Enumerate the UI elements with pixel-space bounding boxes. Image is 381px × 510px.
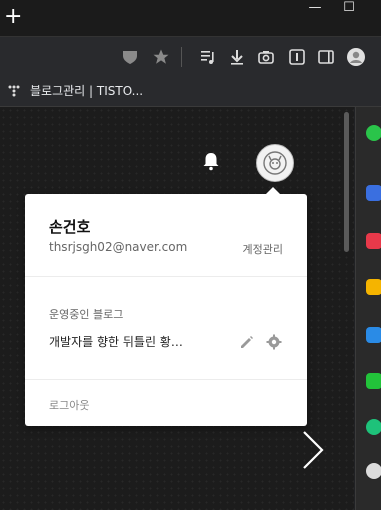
bookmark-label: 블로그관리 | TISTO... [30,84,144,98]
tistory-icon [8,85,20,96]
manage-account-link[interactable]: 계정관리 [243,241,283,257]
app-icon[interactable] [366,419,381,435]
download-icon[interactable] [225,45,249,69]
gear-icon[interactable] [266,334,282,350]
app-icon[interactable] [366,185,381,201]
bookmarks-bar: 블로그관리 | TISTO... [0,76,381,107]
avatar-icon [263,151,287,175]
profile-icon[interactable] [344,45,368,69]
popup-arrow [265,187,281,195]
divider [25,379,307,380]
title-bar: + — ☐ [0,0,381,36]
blog-name-link[interactable]: 개발자를 향한 뒤틀린 황… [49,333,183,350]
logout-link[interactable]: 로그아웃 [49,397,89,413]
pencil-icon[interactable] [239,334,255,350]
user-email: thsrjsgh02@naver.com [49,240,188,254]
bell-icon[interactable] [200,150,222,172]
app-icon[interactable] [366,125,381,141]
maximize-button[interactable]: ☐ [336,0,362,20]
minimize-button[interactable]: — [302,0,328,20]
app-icon[interactable] [366,373,381,389]
new-tab-button[interactable]: + [4,6,22,28]
side-panel [355,107,381,510]
user-name: 손건호 [49,218,91,236]
sidebar-icon[interactable] [314,45,338,69]
blog-section-title: 운영중인 블로그 [49,308,124,321]
chevron-right-icon[interactable] [298,428,328,472]
scrollbar-thumb[interactable] [344,112,349,252]
avatar[interactable] [256,144,294,182]
app-icon[interactable] [366,279,381,295]
app-icon[interactable] [366,233,381,249]
info-icon[interactable] [285,45,309,69]
shield-icon[interactable] [118,45,142,69]
playlist-icon[interactable] [196,45,220,69]
app-icon[interactable] [366,463,381,479]
account-popup: 손건호 thsrjsgh02@naver.com 계정관리 운영중인 블로그 개… [25,187,307,426]
camera-icon[interactable] [254,45,278,69]
browser-toolbar [0,36,381,77]
toolbar-separator [181,47,182,67]
star-icon[interactable] [149,45,173,69]
app-icon[interactable] [366,327,381,343]
bookmark-item[interactable]: 블로그관리 | TISTO... [8,82,143,99]
divider [25,276,307,277]
